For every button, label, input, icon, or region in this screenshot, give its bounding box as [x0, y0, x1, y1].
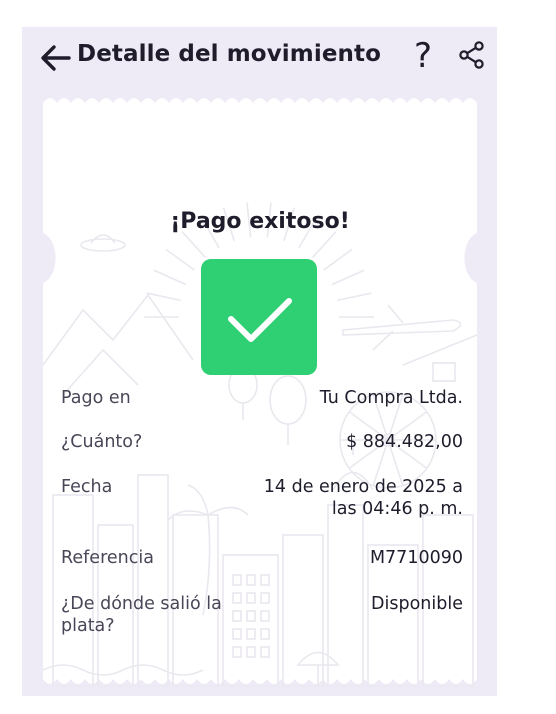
cuanto-value: $ 884.482,00 — [346, 432, 463, 452]
detail-row-origen: ¿De dónde salió la plata? Disponible — [61, 594, 463, 644]
page-title: Detalle del movimiento — [77, 41, 381, 67]
referencia-label: Referencia — [61, 548, 154, 568]
fecha-label: Fecha — [61, 477, 113, 497]
origen-label: ¿De dónde salió la plata? — [61, 594, 222, 636]
cuanto-label: ¿Cuánto? — [61, 432, 143, 452]
receipt-ticket: ¡Pago exitoso! Pago en Tu Compra Ltda. ¿… — [43, 95, 477, 687]
origen-label-line1: ¿De dónde salió la — [61, 594, 222, 614]
origen-label-line2: plata? — [61, 616, 115, 636]
check-icon — [228, 298, 292, 342]
detail-row-fecha: Fecha 14 de enero de 2025 a las 04:46 p.… — [61, 477, 463, 527]
origen-value: Disponible — [371, 594, 463, 614]
pago-en-value: Tu Compra Ltda. — [319, 388, 463, 408]
back-arrow-icon[interactable] — [38, 43, 72, 73]
share-icon[interactable] — [458, 41, 486, 69]
pago-en-label: Pago en — [61, 388, 131, 408]
fecha-value: 14 de enero de 2025 a las 04:46 p. m. — [264, 477, 463, 519]
success-badge — [201, 259, 317, 375]
top-bar: Detalle del movimiento ? — [22, 27, 497, 89]
help-icon[interactable]: ? — [408, 36, 438, 76]
fecha-value-line2: las 04:46 p. m. — [331, 499, 463, 519]
fecha-value-line1: 14 de enero de 2025 a — [263, 477, 463, 497]
app-screen: Detalle del movimiento ? ¡Pago exitoso! — [22, 27, 497, 696]
referencia-value: M7710090 — [369, 548, 463, 568]
success-title: ¡Pago exitoso! — [170, 209, 350, 234]
